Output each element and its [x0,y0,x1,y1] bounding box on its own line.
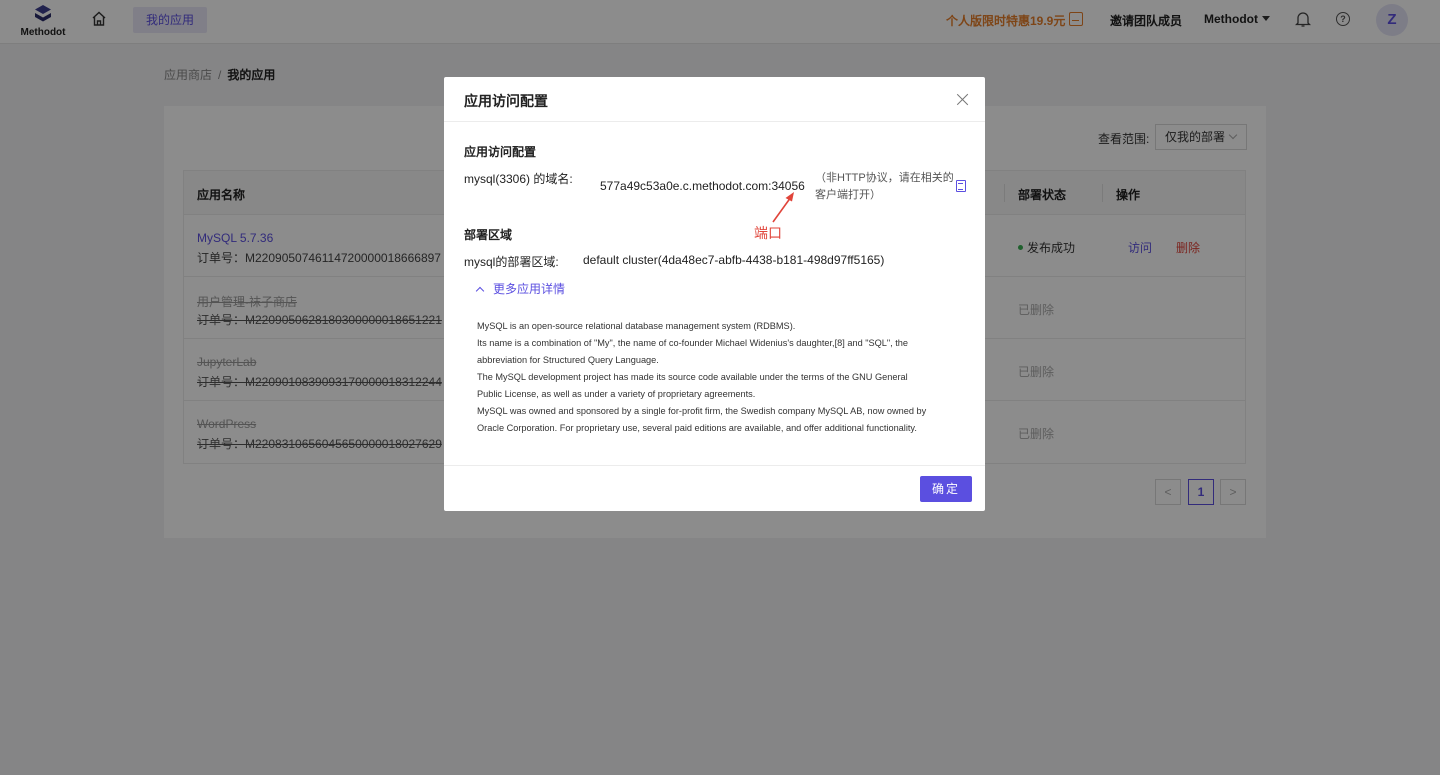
confirm-button[interactable]: 确定 [920,476,972,502]
modal-header: 应用访问配置 [444,77,985,122]
section-title-access: 应用访问配置 [464,145,537,159]
description-line: Oracle Corporation. For proprietary use,… [477,423,917,433]
more-details-toggle[interactable]: 更多应用详情 [475,280,566,297]
app-description: MySQL is an open-source relational datab… [477,318,962,437]
protocol-note: （非HTTP协议，请在相关的客户端打开） [815,172,954,201]
description-line: abbreviation for Structured Query Langua… [477,355,659,365]
close-icon[interactable] [956,93,969,106]
region-value: default cluster(4da48ec7-abfb-4438-b181-… [583,253,885,267]
description-line: MySQL is an open-source relational datab… [477,321,796,331]
modal-footer: 确定 [444,465,985,511]
access-config-modal: 应用访问配置 应用访问配置 mysql(3306) 的域名: 577a49c53… [444,77,985,511]
domain-label: mysql(3306) 的域名: [464,172,573,186]
description-line: Public License, as well as under a varie… [477,389,756,399]
description-line: Its name is a combination of "My", the n… [477,338,909,348]
more-details-label: 更多应用详情 [493,282,566,296]
modal-title: 应用访问配置 [464,93,548,109]
copy-icon[interactable] [956,180,966,192]
description-line: MySQL was owned and sponsored by a singl… [477,406,927,416]
annotation-arrow-icon [772,192,794,223]
port-annotation: 端口 [754,225,782,241]
section-title-region: 部署区域 [464,228,513,242]
region-label: mysql的部署区域: [464,255,559,269]
description-line: The MySQL development project has made i… [477,372,908,382]
chevron-up-icon [475,286,485,296]
